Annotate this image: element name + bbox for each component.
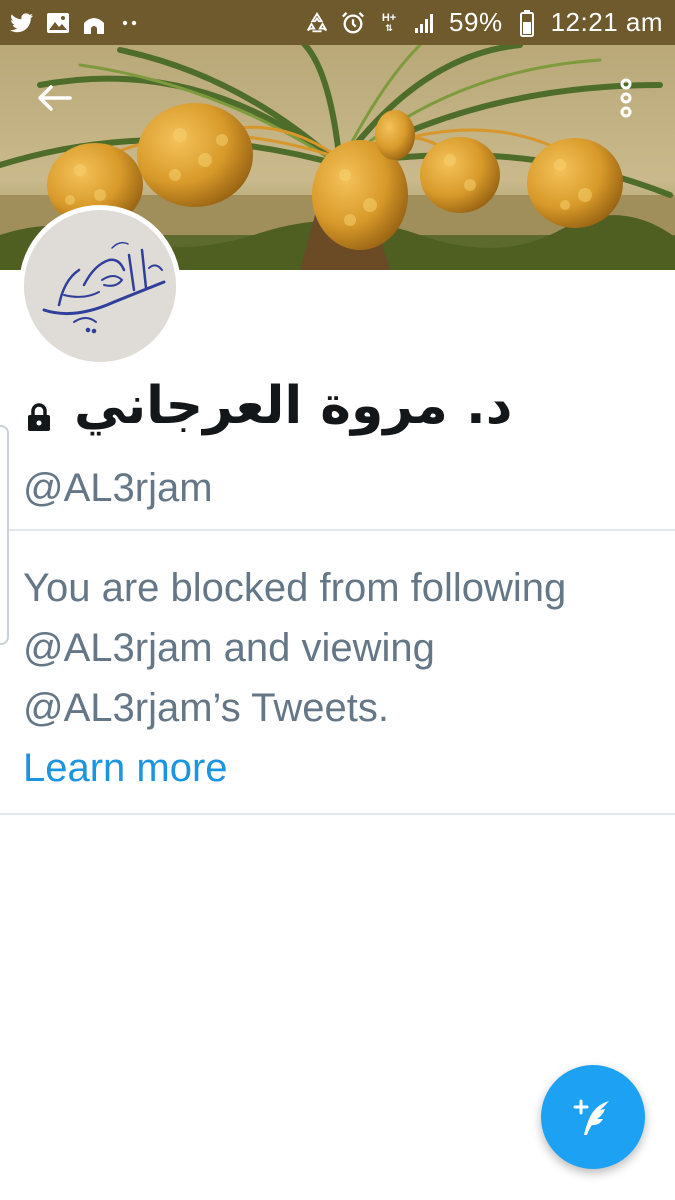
divider-top: [0, 529, 675, 531]
blocked-message: You are blocked from following @AL3rjam …: [23, 566, 567, 730]
battery-icon: [515, 9, 539, 37]
recycle-icon: [305, 11, 329, 35]
arrow-left-icon: [38, 85, 72, 111]
profile-avatar[interactable]: [19, 205, 181, 367]
back-button[interactable]: [28, 78, 80, 118]
compose-tweet-button[interactable]: [541, 1065, 645, 1169]
network-type-icon: H+ ⇅: [381, 11, 397, 33]
status-bar-right: H+ ⇅ 59% 12:21 am: [305, 7, 663, 38]
lock-icon: [25, 402, 53, 432]
avatar-image: [24, 210, 176, 362]
gallery-icon: [46, 11, 70, 35]
clock: 12:21 am: [550, 7, 663, 37]
profile-handle: @AL3rjam: [23, 466, 213, 510]
mosque-icon: [82, 11, 106, 35]
alarm-icon: [341, 11, 365, 35]
signal-icon: [413, 11, 437, 35]
display-name: د. مروة العرجاني: [74, 376, 513, 436]
status-bar: H+ ⇅ 59% 12:21 am: [0, 0, 675, 45]
profile-name-row: د. مروة العرجاني: [0, 372, 675, 442]
twitter-icon: [10, 11, 34, 35]
divider-bottom: [0, 813, 675, 815]
overflow-menu-button[interactable]: [606, 72, 646, 124]
scroll-edge-indicator: [0, 425, 9, 645]
more-notifications-icon: [118, 11, 142, 35]
learn-more-link[interactable]: Learn more: [23, 738, 228, 798]
network-type-label: H+: [381, 11, 397, 24]
compose-tweet-icon: [573, 1099, 609, 1135]
battery-percent: 59%: [449, 7, 503, 37]
status-bar-left: [10, 11, 142, 35]
overflow-menu-icon: [620, 78, 632, 118]
